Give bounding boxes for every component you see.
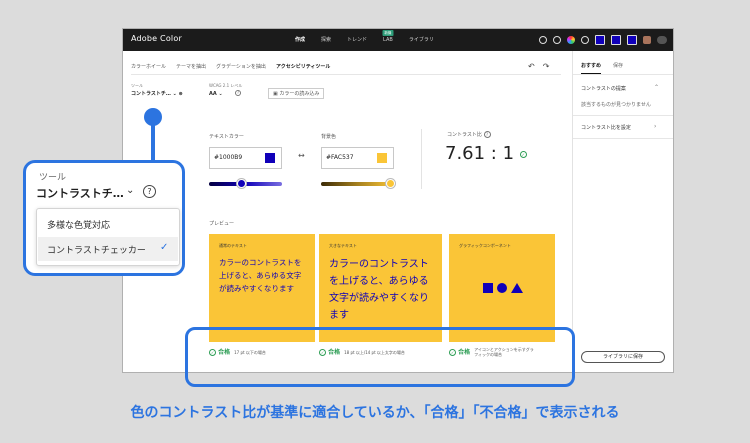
text-color-swatch[interactable] [265,153,275,163]
preview-card-graphics: グラフィックコンポーネント [449,234,555,342]
divider [573,74,674,75]
text-color-input[interactable]: #1000B9 [209,147,282,169]
square-shape-icon [483,283,493,293]
text-color-label: テキストカラー [209,133,244,140]
triangle-shape-icon [511,283,523,293]
wcag-label: WCAG 2.1 レベル [209,83,242,89]
text-color-value: #1000B9 [214,154,242,161]
info-icon: ? [484,131,491,138]
tab-saved[interactable]: 保存 [613,62,623,74]
callout-value[interactable]: コントラストチ… [36,185,124,201]
divider [573,138,674,139]
chevron-up-icon[interactable]: ⌃ [654,84,659,91]
help-icon[interactable] [581,36,589,44]
card-title: グラフィックコンポーネント [459,243,511,249]
grid-icon[interactable] [595,35,605,45]
preview-label: プレビュー [209,220,234,227]
swap-icon[interactable]: ↔ [298,151,305,160]
avatar[interactable] [643,36,651,44]
graphic-shapes [483,283,523,293]
undo-redo: ↶ ↷ [528,62,549,71]
help-icon[interactable]: ? [235,90,241,96]
suggestions-title[interactable]: コントラストの提案 [581,85,626,92]
card-text: カラーのコントラストを上げると、あらゆる文字が読みやすくなります [219,256,307,295]
caption: 色のコントラスト比が基準に適合しているか、「合格」「不合格」で表示される [0,402,750,422]
undo-icon[interactable]: ↶ [528,62,535,71]
settings-icon[interactable] [539,36,547,44]
divider [573,115,674,116]
menu-item-contrast-checker[interactable]: コントラストチェッカー [47,243,146,256]
color-wheel-icon[interactable] [567,36,575,44]
save-to-library-button[interactable]: ライブラリに保存 [581,351,665,363]
panel-divider [572,51,573,373]
help-icon[interactable]: ? [143,185,156,198]
bg-color-label: 背景色 [321,133,336,140]
new-badge: 新機 [382,30,393,36]
chevron-down-icon[interactable]: ⌄ [126,185,134,196]
wcag-value: AA [209,91,217,97]
check-icon: ✓ [160,242,168,253]
set-contrast-ratio[interactable]: コントラスト比を設定 [581,124,631,131]
suggestions-empty: 該当するものが見つかりません [581,101,651,108]
text-slider-handle[interactable] [237,179,246,188]
load-colors-button[interactable]: ▣ カラーの読み込み [268,88,324,99]
preview-card-large: 大きなテキスト カラーのコントラストを上げると、あらゆる文字が読みやすくなります [319,234,442,342]
nav-lab[interactable]: 新機 LAB [375,29,401,51]
app-title: Adobe Color [131,34,182,43]
wcag-dropdown[interactable]: AA ⌄ [209,91,223,97]
nav-libraries[interactable]: ライブラリ [401,29,442,51]
contrast-ratio-value: 7.61 : 1 [445,143,514,164]
creative-cloud-icon[interactable] [657,36,667,44]
bg-color-swatch[interactable] [377,153,387,163]
check-icon: ✓ [520,151,527,158]
contrast-ratio: 7.61 : 1 ✓ [445,143,527,164]
bg-slider-handle[interactable] [386,179,395,188]
bg-color-value: #FAC537 [326,154,354,161]
circle-shape-icon [497,283,507,293]
slide: Adobe Color 作成 探索 トレンド 新機 LAB ライブラリ [0,0,750,443]
nav-create[interactable]: 作成 [287,29,313,51]
app-window: Adobe Color 作成 探索 トレンド 新機 LAB ライブラリ [122,28,674,373]
redo-icon[interactable]: ↷ [543,62,550,71]
nav-explore[interactable]: 探索 [313,29,339,51]
moon-icon[interactable] [553,36,561,44]
right-panel-tabs: おすすめ 保存 [581,62,623,74]
chat-icon[interactable] [611,35,621,45]
divider [421,129,422,189]
tool-dropdown-menu: 多様な色覚対応 コントラストチェッカー ✓ [36,208,180,266]
card-title: 大きなテキスト [329,243,357,249]
tool-callout: ツール コントラストチ… ⌄ ? 多様な色覚対応 コントラストチェッカー ✓ [23,160,185,276]
tool-label: ツール [131,83,143,89]
tool-dropdown[interactable]: コントラストチ… ⌄ ⊕ [131,90,183,97]
chevron-right-icon[interactable]: › [654,123,656,130]
card-title: 通常のテキスト [219,243,247,249]
preview-card-normal: 通常のテキスト カラーのコントラストを上げると、あらゆる文字が読みやすくなります [209,234,315,342]
menu-item-color-vision[interactable]: 多様な色覚対応 [47,218,110,231]
tool-value: コントラストチ… [131,91,171,97]
tab-recommended[interactable]: おすすめ [581,62,601,74]
apps-icon[interactable] [627,35,637,45]
contrast-ratio-label: コントラスト比 ? [447,131,491,138]
nav-trends[interactable]: トレンド [339,29,375,51]
toolbar-icons [539,35,667,45]
top-bar: Adobe Color 作成 探索 トレンド 新機 LAB ライブラリ [123,29,673,51]
card-text: カラーのコントラストを上げると、あらゆる文字が読みやすくなります [329,256,435,324]
divider [131,74,561,75]
bg-color-slider[interactable] [321,182,394,186]
main-nav: 作成 探索 トレンド 新機 LAB ライブラリ [287,29,442,51]
nav-lab-label: LAB [383,37,393,43]
pass-highlight-frame [185,327,575,387]
load-colors-label: カラーの読み込み [279,91,319,97]
callout-label: ツール [39,170,66,183]
callout-connector [151,118,155,162]
bg-color-input[interactable]: #FAC537 [321,147,394,169]
